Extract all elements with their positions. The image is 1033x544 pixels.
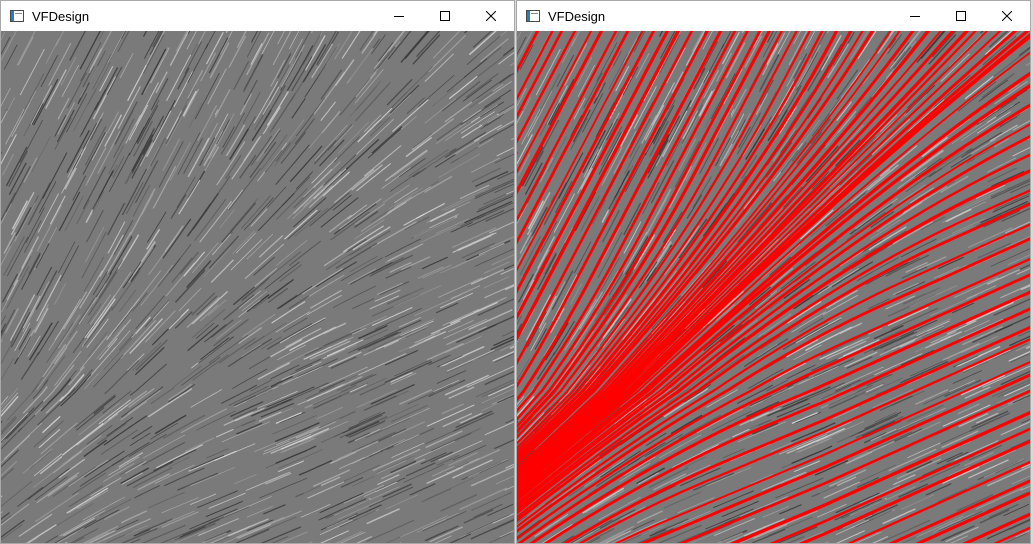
close-button[interactable] <box>984 1 1030 31</box>
close-icon <box>1002 11 1012 21</box>
lic-canvas-with-streamlines[interactable] <box>517 31 1030 543</box>
minimize-button[interactable] <box>376 1 422 31</box>
close-button[interactable] <box>468 1 514 31</box>
lic-canvas[interactable] <box>1 31 514 543</box>
desktop: VFDesign VFDesign <box>0 0 1033 544</box>
vfdesign-window-left: VFDesign <box>0 0 515 544</box>
window-controls <box>376 1 514 31</box>
lic-texture <box>1 31 514 543</box>
minimize-icon <box>910 16 920 17</box>
app-window-icon <box>526 10 540 22</box>
maximize-button[interactable] <box>422 1 468 31</box>
minimize-icon <box>394 16 404 17</box>
title-bar[interactable]: VFDesign <box>1 1 514 31</box>
window-title: VFDesign <box>548 8 606 24</box>
title-bar[interactable]: VFDesign <box>517 1 1030 31</box>
lic-texture-with-streamlines <box>517 31 1030 543</box>
vfdesign-window-right: VFDesign <box>516 0 1031 544</box>
window-title: VFDesign <box>32 8 90 24</box>
window-controls <box>892 1 1030 31</box>
minimize-button[interactable] <box>892 1 938 31</box>
maximize-icon <box>440 11 450 21</box>
app-window-icon <box>10 10 24 22</box>
close-icon <box>486 11 496 21</box>
maximize-icon <box>956 11 966 21</box>
maximize-button[interactable] <box>938 1 984 31</box>
